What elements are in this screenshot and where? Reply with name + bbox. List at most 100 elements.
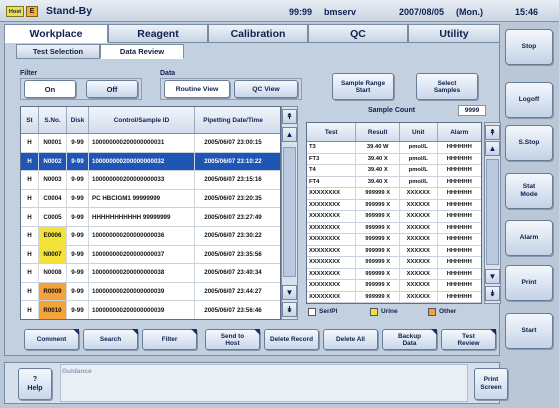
cell-datetime: 2005/06/07 23:20:35 [204,195,262,203]
filter-button[interactable]: Filter [142,329,197,350]
sample-row[interactable]: H N0003 9-99 100000000200000000033 2005/06/0… [21,171,280,190]
test-review-button[interactable]: Test Review [441,329,496,350]
result-row[interactable]: FT3 39.40 Xpmol/L HHHHHH [307,153,481,165]
cell-test: XXXXXXXX [307,245,357,256]
sample-row[interactable]: H R0009 9-99 100000000200000000039 2005/06/0… [21,282,280,302]
delete-record-button[interactable]: Delete Record [264,329,319,350]
send-to-host-button[interactable]: Send to Host [205,329,260,350]
scroll-down-button[interactable]: ▼ [282,285,297,300]
cell-id: PC HBCIGM1 99999999 [89,189,195,208]
print-screen-button[interactable]: Print Screen [474,368,508,400]
result-row[interactable]: XXXXXXXX 999999 X XXXXXX HHHHHH [307,268,481,280]
legend-label-other: Other [439,308,457,315]
result-row[interactable]: XXXXXXXX 999999 X XXXXXX HHHHHH [307,199,481,211]
result-scroll-down-button[interactable]: ▼ [485,269,500,284]
qc-view-button[interactable]: QC View [234,80,298,98]
result-row[interactable]: XXXXXXXX 999999 X XXXXXX HHHHHH [307,291,481,303]
result-scroll-up-button[interactable]: ▲ [485,141,500,156]
filter-off-button[interactable]: Off [86,80,138,98]
sample-row[interactable]: H N0001 9-99 100000000200000000031 2005/06/0… [21,134,280,153]
cell-test: XXXXXXXX [307,199,357,210]
result-row[interactable]: XXXXXXXX 999999 X XXXXXX HHHHHH [307,222,481,234]
cell-id: 100000000200000000037 [89,245,195,264]
result-row[interactable]: XXXXXXXX 999999 X XXXXXX HHHHHH [307,188,481,200]
result-row[interactable]: XXXXXXXX 999999 X XXXXXX HHHHHH [307,234,481,246]
result-row[interactable]: FT4 39.40 Xpmol/L HHHHHH [307,176,481,188]
result-scroll-bottom-button[interactable]: ↡ [485,286,500,301]
cell-alarm: HHHHHH [446,144,472,151]
select-samples-button[interactable]: Select Samples [416,73,478,100]
start-button[interactable]: Start [505,313,553,349]
day-text: (Mon.) [456,7,483,17]
cell-unit: XXXXXX [400,199,438,210]
sample-row[interactable]: H N0007 9-99 100000000200000000037 2005/06/0… [21,245,280,265]
tab-reagent[interactable]: Reagent [108,24,208,43]
comment-button[interactable]: Comment [24,329,79,350]
cell-test: XXXXXXXX [307,211,357,222]
result-table-scrollbar[interactable]: ↟ ▲ ▼ ↡ [484,122,501,304]
result-row[interactable]: T3 39.40 Wpmol/L HHHHHH [307,142,481,154]
cell-unit: XXXXXX [400,234,438,245]
result-row[interactable]: XXXXXXXX 999999 X XXXXXX HHHHHH [307,245,481,257]
cell-unit: XXXXXX [400,245,438,256]
cell-result: 39.40 X [356,176,400,187]
sample-table-scrollbar[interactable]: ↟ ▲ ▼ ↡ [281,106,298,320]
logoff-button[interactable]: Logoff [505,82,553,118]
cell-id: 100000000200000000039 [89,301,195,319]
sample-row[interactable]: H N0002 9-99 100000000200000000032 2005/06/0… [21,152,280,172]
result-row[interactable]: T4 39.40 Xpmol/L HHHHHH [307,165,481,177]
result-scroll-thumb[interactable] [486,159,499,265]
sample-range-start-button[interactable]: Sample Range Start [332,73,394,100]
stop-button[interactable]: Stop [505,29,553,65]
cell-disk: 9-99 [67,152,89,171]
scroll-bottom-button[interactable]: ↡ [282,302,297,317]
scroll-thumb[interactable] [283,147,296,277]
legend-swatch-urine [370,308,378,316]
routine-view-button[interactable]: Routine View [164,80,230,98]
tab-workplace[interactable]: Workplace [4,24,108,43]
s-stop-button[interactable]: S.Stop [505,125,553,161]
cell-unit: pmol/L [400,153,438,164]
cell-alarm: HHHHHH [446,224,472,231]
cell-result: 39.40 X [356,165,400,176]
cell-sno: N0002 [39,152,67,171]
tab-calibration[interactable]: Calibration [208,24,308,43]
help-button[interactable]: ? Help [18,368,52,400]
sample-row[interactable]: H R0010 9-99 100000000200000000039 2005/06/0… [21,301,280,319]
col-test: Test [307,123,357,141]
col-sno: S.No. [39,107,67,133]
print-button[interactable]: Print [505,265,553,301]
result-scroll-top-button[interactable]: ↟ [485,125,500,140]
search-button[interactable]: Search [83,329,138,350]
cell-id: 100000000200000000039 [89,282,195,301]
cell-alarm: HHHHHH [446,293,472,300]
sample-row[interactable]: H N0008 9-99 100000000200000000038 2005/06/0… [21,264,280,283]
subtab-data-review[interactable]: Data Review [100,44,184,59]
scroll-up-button[interactable]: ▲ [282,127,297,142]
backup-data-button[interactable]: Backup Data [382,329,437,350]
subtab-test-selection[interactable]: Test Selection [16,44,100,59]
cell-alarm: HHHHHH [446,167,472,174]
result-row[interactable]: XXXXXXXX 999999 X XXXXXX HHHHHH [307,257,481,269]
cell-alarm: HHHHHH [446,213,472,220]
tab-qc[interactable]: QC [308,24,408,43]
cell-sno: N0007 [39,245,67,264]
stat-mode-button[interactable]: Stat Mode [505,173,553,209]
filter-on-button[interactable]: On [24,80,76,98]
result-row[interactable]: XXXXXXXX 999999 X XXXXXX HHHHHH [307,280,481,292]
cell-alarm: HHHHHH [446,247,472,254]
cell-unit: pmol/L [400,142,438,153]
date-text: 2007/08/05 [399,7,445,17]
status-code: 99:99 [289,7,313,17]
delete-all-button[interactable]: Delete All [323,329,378,350]
alarm-button[interactable]: Alarm [505,220,553,256]
sample-row[interactable]: H E0006 9-99 100000000200000000036 2005/06/0… [21,226,280,246]
tab-utility[interactable]: Utility [408,24,500,43]
cell-disk: 9-99 [67,134,89,152]
cell-test: T4 [307,165,357,176]
sample-row[interactable]: H C0005 9-99 HHHHHHHHHHH 99999999 2005/06/07… [21,208,280,227]
result-row[interactable]: XXXXXXXX 999999 X XXXXXX HHHHHH [307,211,481,223]
cell-result: 999999 X [356,245,400,256]
sample-row[interactable]: H C0004 9-99 PC HBCIGM1 99999999 2005/06/07 … [21,189,280,209]
scroll-top-button[interactable]: ↟ [282,109,297,124]
